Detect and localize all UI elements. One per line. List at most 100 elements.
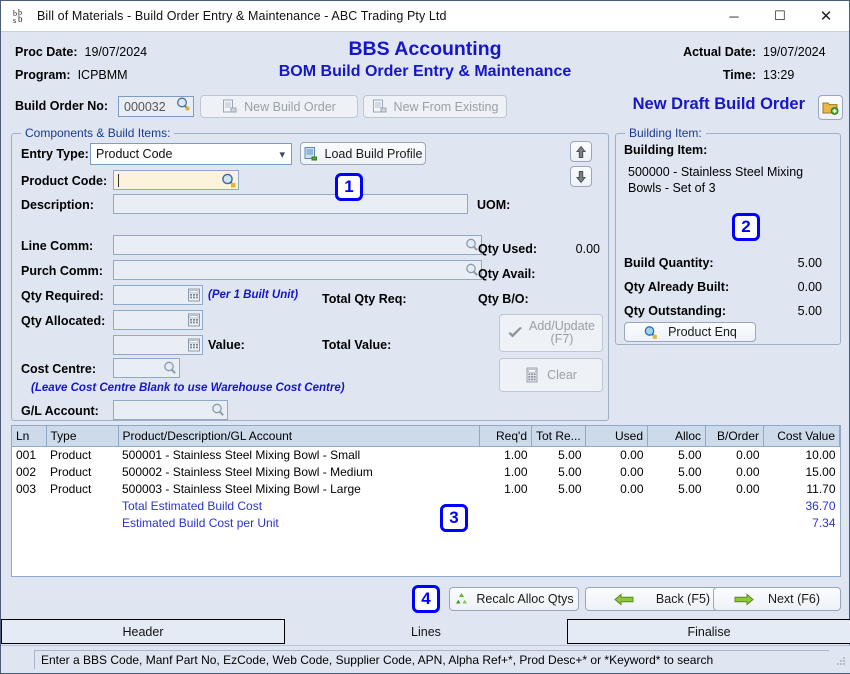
new-from-existing-button[interactable]: New From Existing (363, 95, 507, 118)
minimize-icon[interactable]: ─ (711, 1, 757, 32)
cell-spacer (586, 497, 648, 514)
entry-type-label: Entry Type: (21, 147, 89, 161)
header-right-info: Actual Date: 19/07/2024 Time: 13:29 (683, 40, 835, 86)
cell-ln: 002 (12, 463, 46, 480)
build-lines-grid[interactable]: Ln Type Product/Description/GL Account R… (11, 425, 841, 577)
maximize-icon[interactable]: ☐ (757, 1, 803, 32)
cell-tot: 5.00 (532, 463, 586, 480)
column-header-border[interactable]: B/Order (706, 426, 764, 446)
arrow-left-icon (614, 593, 634, 606)
gl-account-input[interactable] (113, 400, 228, 420)
qty-allocated-input[interactable] (113, 310, 203, 330)
description-input[interactable] (113, 194, 468, 214)
entry-type-select[interactable]: Product Code ▾ (90, 143, 292, 165)
back-button-label: Back (F5) (656, 592, 710, 606)
add-update-shortcut: (F7) (529, 333, 595, 346)
resize-grip-icon[interactable] (833, 653, 847, 667)
build-order-input[interactable]: 000032 (118, 96, 194, 117)
recycle-icon (454, 592, 469, 607)
cell-spacer (532, 497, 586, 514)
column-header-used[interactable]: Used (586, 426, 648, 446)
cell-spacer (586, 514, 648, 531)
recalc-alloc-qtys-button[interactable]: Recalc Alloc Qtys (449, 587, 579, 611)
components-group: Components & Build Items: Entry Type: Pr… (11, 133, 609, 421)
load-build-profile-button[interactable]: Load Build Profile (300, 142, 426, 165)
cell-desc: 500001 - Stainless Steel Mixing Bowl - S… (118, 446, 480, 463)
cell-alloc: 5.00 (648, 480, 706, 497)
calculator-icon[interactable] (187, 288, 201, 302)
move-up-button[interactable] (570, 141, 592, 162)
new-draft-folder-button[interactable] (818, 95, 843, 120)
add-update-button[interactable]: Add/Update (F7) (499, 314, 603, 352)
actual-date-value: 19/07/2024 (763, 45, 835, 59)
purch-comm-input[interactable] (113, 260, 482, 280)
build-quantity-label: Build Quantity: (624, 256, 714, 270)
next-button-label: Next (F6) (768, 592, 820, 606)
column-header-ln[interactable]: Ln (12, 426, 46, 446)
close-icon[interactable]: ✕ (803, 1, 849, 32)
actual-date-label: Actual Date: (683, 45, 756, 59)
purch-comm-label: Purch Comm: (21, 264, 103, 278)
product-code-input[interactable] (113, 170, 239, 190)
search-icon[interactable] (175, 96, 191, 117)
table-row[interactable]: 001 Product 500001 - Stainless Steel Mix… (12, 446, 840, 463)
draft-status-text: New Draft Build Order (633, 95, 805, 114)
tab-lines[interactable]: Lines (285, 619, 567, 644)
build-order-label: Build Order No: (15, 99, 108, 113)
next-button[interactable]: Next (F6) (713, 587, 841, 611)
status-message: Enter a BBS Code, Manf Part No, EzCode, … (34, 650, 829, 669)
recalc-alloc-qtys-label: Recalc Alloc Qtys (476, 592, 573, 606)
table-row[interactable]: 003 Product 500003 - Stainless Steel Mix… (12, 480, 840, 497)
column-header-type[interactable]: Type (46, 426, 118, 446)
move-down-button[interactable] (570, 166, 592, 187)
copy-document-icon (372, 99, 387, 114)
cell-reqd: 1.00 (480, 446, 532, 463)
svg-text:b: b (18, 14, 23, 24)
new-build-order-button[interactable]: New Build Order (200, 95, 358, 118)
qty-avail-label: Qty Avail: (478, 267, 535, 281)
load-build-profile-label: Load Build Profile (325, 147, 423, 161)
cell-type: Product (46, 446, 118, 463)
clear-label: Clear (547, 368, 577, 382)
product-enq-search-icon (643, 325, 658, 340)
cost-centre-note: (Leave Cost Centre Blank to use Warehous… (31, 382, 345, 394)
column-header-tot-req[interactable]: Tot Re... (532, 426, 586, 446)
gl-account-search-icon[interactable] (210, 402, 226, 418)
tab-header[interactable]: Header (1, 619, 285, 644)
cell-desc: 500002 - Stainless Steel Mixing Bowl - M… (118, 463, 480, 480)
cell-alloc: 5.00 (648, 446, 706, 463)
column-header-reqd[interactable]: Req'd (480, 426, 532, 446)
qty-required-input[interactable] (113, 285, 203, 305)
arrow-up-icon (575, 145, 587, 159)
product-enq-button[interactable]: Product Enq (624, 322, 756, 342)
product-search-icon[interactable] (220, 172, 237, 189)
arrow-down-icon (575, 170, 587, 184)
column-header-cost-value[interactable]: Cost Value (764, 426, 840, 446)
value-input[interactable] (113, 335, 203, 355)
column-header-alloc[interactable]: Alloc (648, 426, 706, 446)
cell-border: 0.00 (706, 480, 764, 497)
line-comm-input[interactable] (113, 235, 482, 255)
callout-badge-1: 1 (335, 173, 363, 201)
svg-text:s: s (13, 16, 16, 25)
column-header-desc[interactable]: Product/Description/GL Account (118, 426, 480, 446)
chevron-down-icon: ▾ (279, 148, 285, 161)
qty-allocated-label: Qty Allocated: (21, 314, 105, 328)
calculator-icon[interactable] (187, 313, 201, 327)
qty-already-built-label: Qty Already Built: (624, 280, 729, 294)
callout-badge-2: 2 (732, 213, 760, 241)
calculator-clear-icon (525, 367, 539, 383)
cell-ln: 001 (12, 446, 46, 463)
tab-finalise[interactable]: Finalise (567, 619, 850, 644)
tab-lines-label: Lines (411, 625, 441, 639)
cost-centre-search-icon[interactable] (162, 360, 178, 376)
cell-spacer (12, 514, 46, 531)
cell-spacer (648, 497, 706, 514)
total-estimated-build-cost-label: Total Estimated Build Cost (118, 497, 480, 514)
clear-button[interactable]: Clear (499, 358, 603, 392)
calculator-icon[interactable] (187, 338, 201, 352)
cell-border: 0.00 (706, 446, 764, 463)
table-row[interactable]: 002 Product 500002 - Stainless Steel Mix… (12, 463, 840, 480)
cost-centre-input[interactable] (113, 358, 180, 378)
product-enq-label: Product Enq (668, 325, 737, 339)
